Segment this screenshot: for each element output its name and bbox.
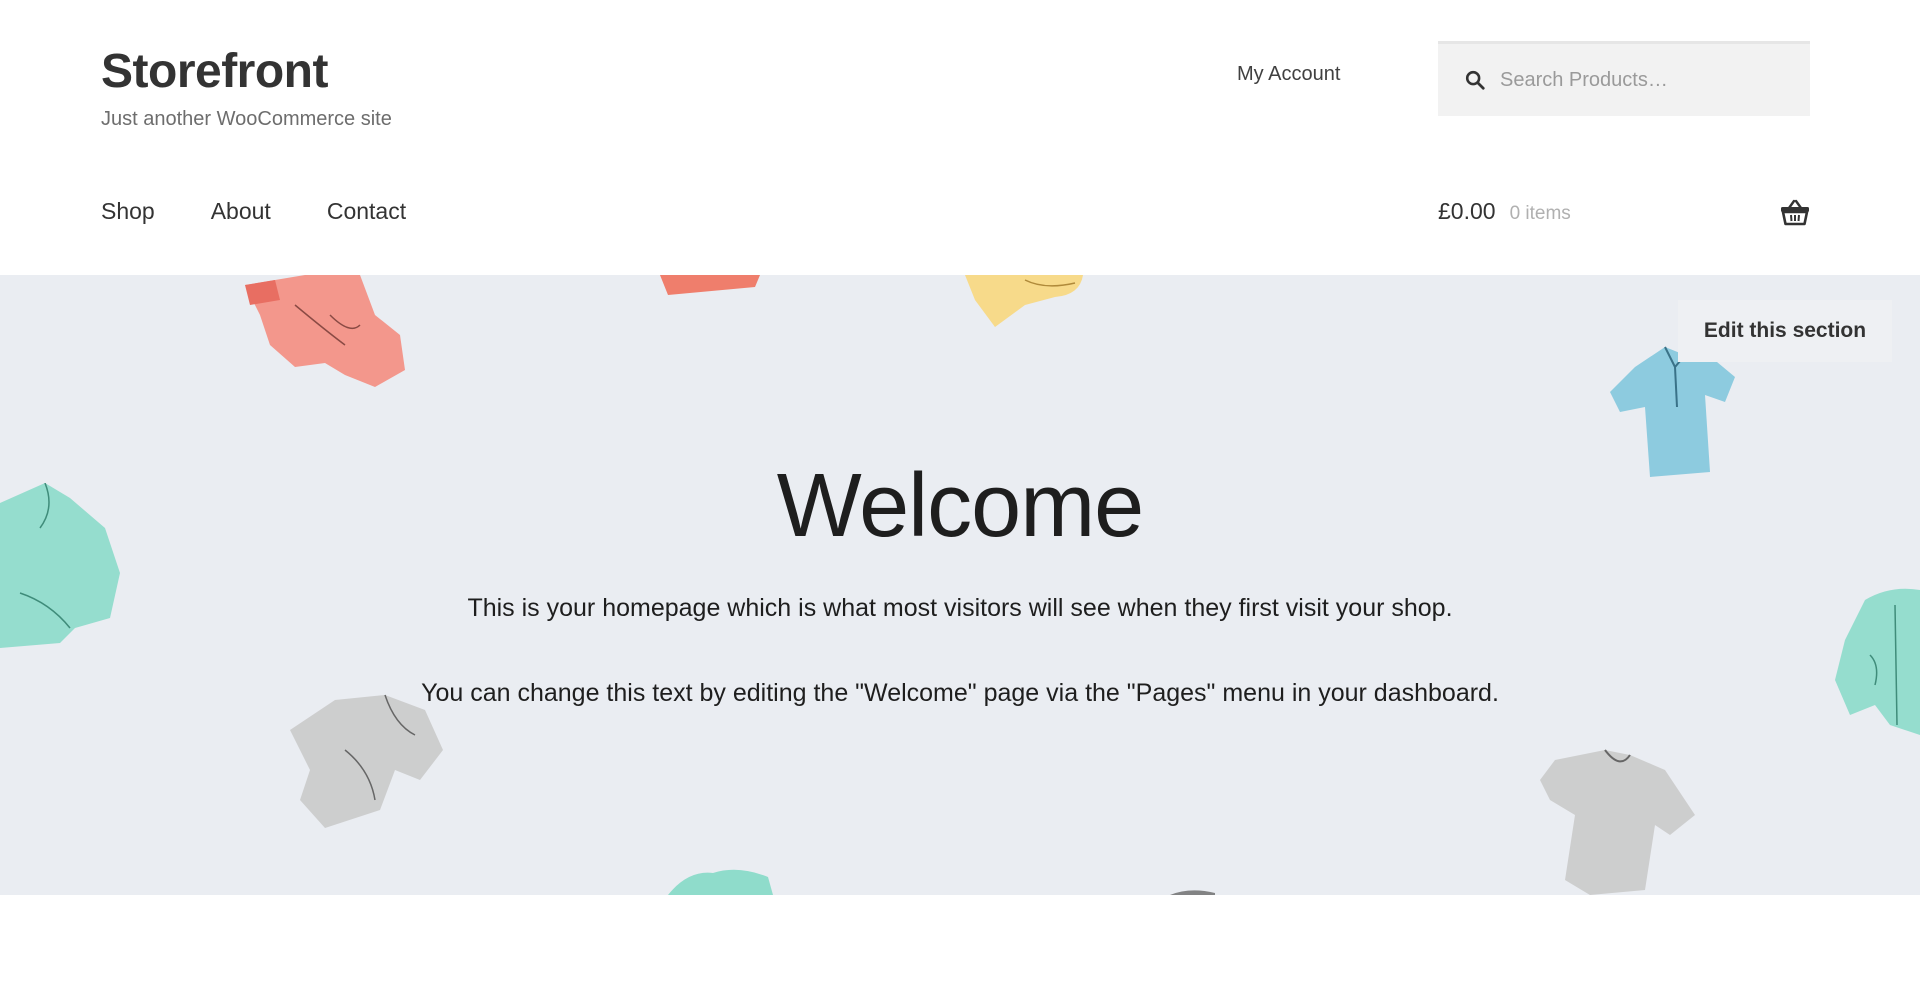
search-icon <box>1465 70 1485 90</box>
nav-item-contact[interactable]: Contact <box>327 198 406 225</box>
yellow-shirt-icon <box>965 275 1083 327</box>
site-header: Storefront Just another WooCommerce site… <box>0 0 1920 275</box>
site-title[interactable]: Storefront <box>101 44 328 99</box>
grey-hoodie-icon <box>290 694 443 828</box>
cart-link[interactable]: £0.00 0 items <box>1438 198 1571 225</box>
cart-count: 0 items <box>1509 203 1571 224</box>
grey-tshirt-icon <box>1540 749 1695 895</box>
hero-paragraph: This is your homepage which is what most… <box>467 594 1453 622</box>
edit-section-button[interactable]: Edit this section <box>1678 300 1892 362</box>
nav-item-shop[interactable]: Shop <box>101 198 155 225</box>
cart-amount: £0.00 <box>1438 198 1496 224</box>
hero-paragraph: You can change this text by editing the … <box>421 679 1499 707</box>
dark-garment-icon <box>1170 890 1215 895</box>
hero-section: Welcome <box>0 275 1920 895</box>
my-account-link[interactable]: My Account <box>1237 63 1340 86</box>
search-input[interactable] <box>1500 68 1800 92</box>
basket-icon[interactable] <box>1780 198 1810 226</box>
coral-shirt-icon <box>660 275 760 295</box>
site-tagline: Just another WooCommerce site <box>101 108 392 130</box>
hero-title: Welcome <box>776 456 1144 556</box>
mint-top-icon <box>668 869 773 895</box>
coral-hoodie-icon <box>245 275 405 387</box>
nav-item-about[interactable]: About <box>211 198 271 225</box>
primary-navigation: Shop About Contact <box>101 198 406 225</box>
search-box[interactable] <box>1438 41 1810 116</box>
